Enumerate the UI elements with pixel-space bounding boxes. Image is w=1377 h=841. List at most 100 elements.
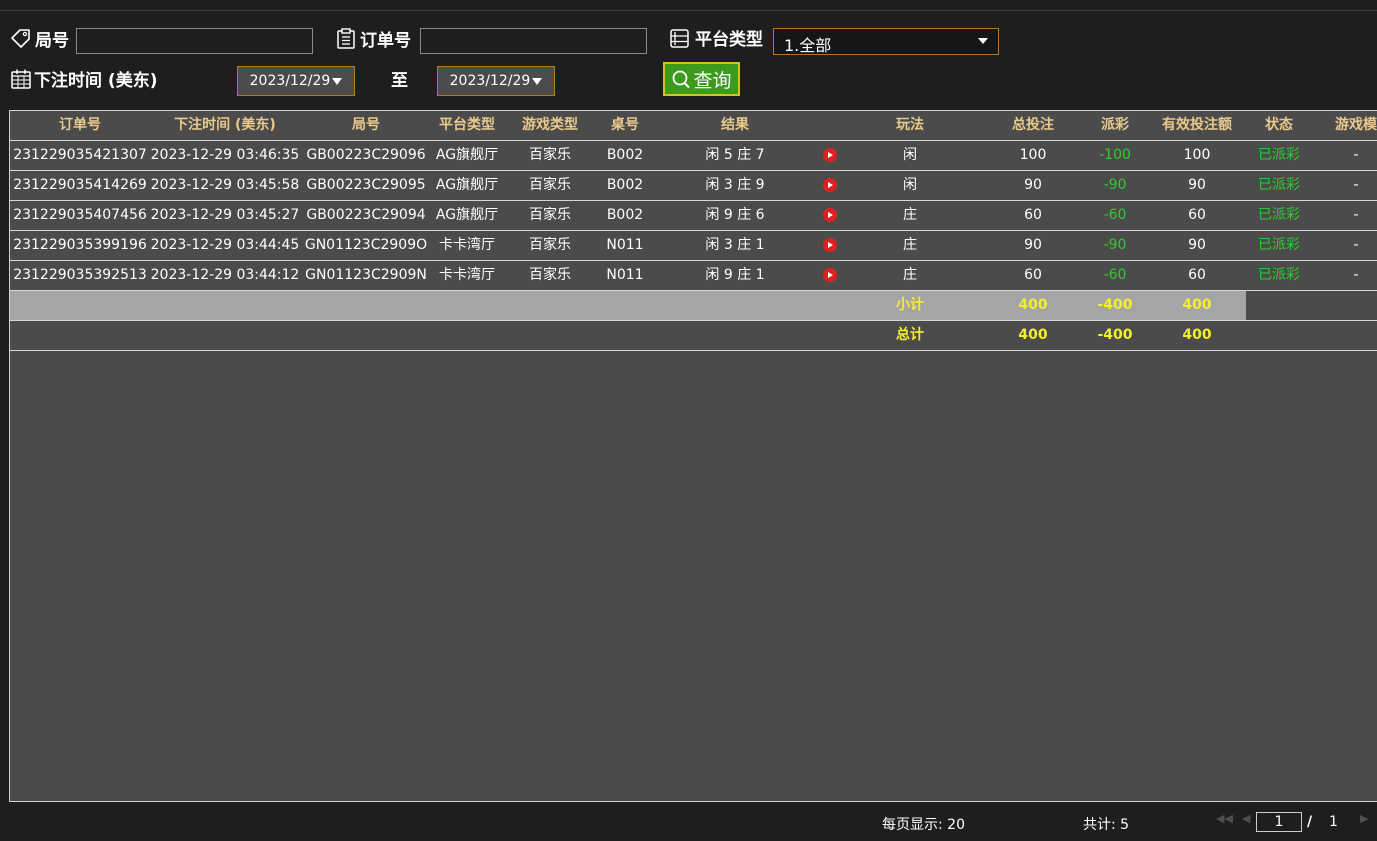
table-header-row: 订单号 下注时间 (美东) 局号 平台类型 游戏类型 桌号 结果 玩法 总投注 … <box>10 111 1377 141</box>
table-number: N011 <box>606 237 644 253</box>
status: 已派彩 <box>1258 207 1300 223</box>
bet-time: 2023-12-29 03:45:27 <box>150 207 300 223</box>
table-row[interactable]: 231229035407456 2023-12-29 03:45:27 GB00… <box>10 201 1377 231</box>
round-number: GN01123C2909O <box>304 237 428 253</box>
replay-cell <box>810 171 850 200</box>
table-number: N011 <box>606 267 644 283</box>
game-mode: - <box>1353 237 1359 253</box>
col-replay <box>810 111 850 140</box>
status: 已派彩 <box>1258 267 1300 283</box>
col-platform[interactable]: 平台类型 <box>432 111 502 140</box>
valid-bet: 90 <box>1188 237 1206 253</box>
subtotal-valid: 400 <box>1182 297 1212 313</box>
col-table-number[interactable]: 桌号 <box>595 111 655 140</box>
col-valid-bet[interactable]: 有效投注额 <box>1152 111 1242 140</box>
valid-bet: 60 <box>1188 267 1206 283</box>
play-icon[interactable] <box>823 148 837 162</box>
status: 已派彩 <box>1258 237 1300 253</box>
replay-cell <box>810 141 850 170</box>
query-button[interactable]: 查询 <box>663 62 740 96</box>
next-page-icon[interactable]: ▶ <box>1360 812 1368 825</box>
payout: -60 <box>1103 267 1127 283</box>
game-type: 百家乐 <box>529 267 571 283</box>
payout: -100 <box>1099 147 1131 163</box>
platform: 卡卡湾厅 <box>439 237 495 253</box>
subtotal-row: 小计 400 -400 400 <box>10 291 1377 321</box>
round-number: GN01123C2909N <box>305 267 427 283</box>
page-size-label: 每页显示: 20 <box>882 817 965 833</box>
order-number: 231229035407456 <box>13 207 147 223</box>
query-button-label: 查询 <box>693 69 732 92</box>
replay-cell <box>810 201 850 230</box>
col-status[interactable]: 状态 <box>1249 111 1309 140</box>
col-payout[interactable]: 派彩 <box>1080 111 1150 140</box>
dropdown-arrow-icon <box>332 77 343 85</box>
total-bet: 100 <box>1019 147 1047 163</box>
col-game-type[interactable]: 游戏类型 <box>515 111 585 140</box>
page-number-input[interactable]: 1 <box>1256 812 1302 832</box>
search-icon <box>673 70 691 89</box>
replay-cell <box>810 261 850 290</box>
date-to-picker[interactable]: 2023/12/29 <box>437 66 555 96</box>
platform-label: 平台类型 <box>695 30 763 50</box>
status: 已派彩 <box>1258 147 1300 163</box>
col-game-mode[interactable]: 游戏模 <box>1326 111 1377 140</box>
table-row[interactable]: 231229035399196 2023-12-29 03:44:45 GN01… <box>10 231 1377 261</box>
round-number: GB00223C29096 <box>306 147 426 163</box>
tag-icon <box>11 29 30 48</box>
date-from-value: 2023/12/29 <box>249 73 331 89</box>
total-bet: 60 <box>1024 207 1042 223</box>
date-range-to-label: 至 <box>391 71 408 91</box>
col-bet-time[interactable]: 下注时间 (美东) <box>150 111 300 140</box>
round-input[interactable] <box>76 28 313 54</box>
platform: AG旗舰厅 <box>435 207 499 223</box>
game-type: 百家乐 <box>529 147 571 163</box>
round-number: GB00223C29094 <box>306 207 426 223</box>
col-round[interactable]: 局号 <box>302 111 430 140</box>
game-type: 百家乐 <box>529 177 571 193</box>
game-type: 百家乐 <box>529 237 571 253</box>
replay-cell <box>810 231 850 260</box>
col-result[interactable]: 结果 <box>690 111 780 140</box>
play-icon[interactable] <box>823 268 837 282</box>
total-bet: 400 <box>1018 327 1048 343</box>
total-row: 总计 400 -400 400 <box>10 321 1377 351</box>
first-page-icon[interactable]: ◀◀ <box>1216 812 1233 825</box>
valid-bet: 60 <box>1188 207 1206 223</box>
result: 闲 5 庄 7 <box>705 147 765 163</box>
table-row[interactable]: 231229035414269 2023-12-29 03:45:58 GB00… <box>10 171 1377 201</box>
game-mode: - <box>1353 207 1359 223</box>
subtotal-bet: 400 <box>1018 297 1048 313</box>
platform-select[interactable]: 1.全部 <box>773 28 999 55</box>
play-type: 闲 <box>903 177 917 193</box>
date-from-picker[interactable]: 2023/12/29 <box>237 66 355 96</box>
total-bet: 90 <box>1024 237 1042 253</box>
order-input[interactable] <box>420 28 647 54</box>
order-number: 231229035399196 <box>13 237 147 253</box>
list-icon <box>670 29 689 48</box>
table-row[interactable]: 231229035392513 2023-12-29 03:44:12 GN01… <box>10 261 1377 291</box>
play-icon[interactable] <box>823 208 837 222</box>
table-number: B002 <box>606 207 644 223</box>
round-label: 局号 <box>35 31 69 51</box>
play-icon[interactable] <box>823 178 837 192</box>
platform: AG旗舰厅 <box>435 147 499 163</box>
col-total-bet[interactable]: 总投注 <box>993 111 1073 140</box>
game-mode: - <box>1353 147 1359 163</box>
result: 闲 9 庄 1 <box>705 267 765 283</box>
dropdown-arrow-icon <box>532 77 543 85</box>
bet-time: 2023-12-29 03:44:45 <box>150 237 300 253</box>
subtotal-payout: -400 <box>1097 297 1133 313</box>
table-row[interactable]: 231229035421307 2023-12-29 03:46:35 GB00… <box>10 141 1377 171</box>
col-play[interactable]: 玩法 <box>880 111 940 140</box>
platform: AG旗舰厅 <box>435 177 499 193</box>
top-divider <box>0 10 1377 11</box>
page-separator: / <box>1307 814 1313 830</box>
play-icon[interactable] <box>823 238 837 252</box>
order-label: 订单号 <box>360 31 411 51</box>
prev-page-icon[interactable]: ◀ <box>1242 812 1250 825</box>
col-order-number[interactable]: 订单号 <box>10 111 150 140</box>
result: 闲 3 庄 1 <box>705 237 765 253</box>
game-mode: - <box>1353 267 1359 283</box>
play-type: 庄 <box>903 207 917 223</box>
